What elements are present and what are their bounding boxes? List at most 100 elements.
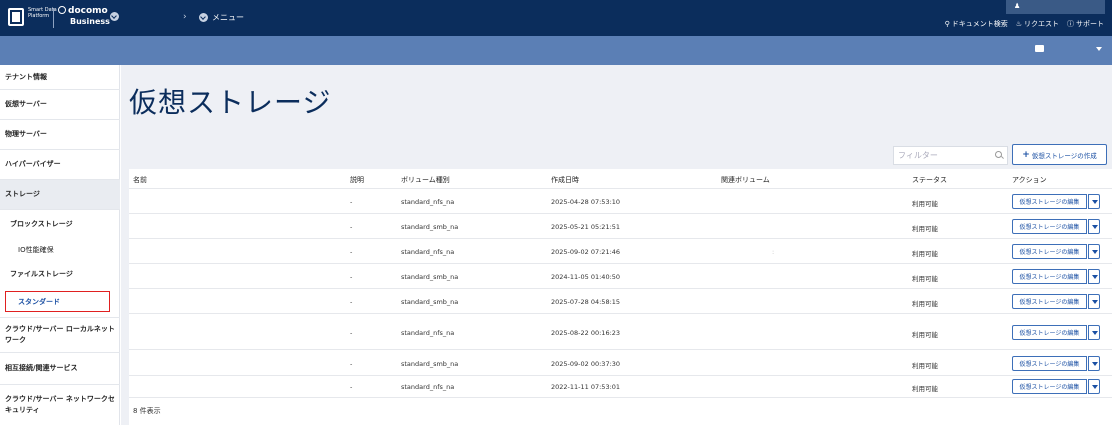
row-divider [129,263,1112,264]
sidebar-item-hypervisor[interactable]: ハイパーバイザー [0,150,120,180]
plus-icon: + [1022,149,1030,160]
cell-status: 利用可能 [912,331,938,339]
edit-storage-button[interactable]: 仮想ストレージの編集 [1012,294,1087,309]
cell-description: - [350,223,353,231]
sub-bar [0,36,1112,65]
cell-status: 利用可能 [912,225,938,233]
edit-storage-button[interactable]: 仮想ストレージの編集 [1012,244,1087,259]
column-header-action[interactable]: アクション [1012,175,1047,185]
search-icon: ⚲ [944,20,950,28]
business-text: Business [70,17,110,26]
column-header-status[interactable]: ステータス [912,175,947,185]
edit-storage-button[interactable]: 仮想ストレージの編集 [1012,194,1087,209]
row-divider [129,313,1112,314]
create-virtual-storage-button[interactable]: + 仮想ストレージの作成 [1012,144,1107,165]
sidebar: テナント情報 仮想サーバー 物理サーバー ハイパーバイザー ストレージ ブロック… [0,65,120,425]
cell-status: 利用可能 [912,275,938,283]
document-search-label: ドキュメント検索 [951,20,1008,28]
cell-status: 利用可能 [912,300,938,308]
sidebar-item-block-storage[interactable]: ブロックストレージ [0,213,120,235]
main-content: 仮想ストレージ フィルター + 仮想ストレージの作成 名前 説明 ボリューム種別… [121,65,1112,425]
cell-volume-type: standard_smb_na [401,223,459,231]
row-divider [129,238,1112,239]
action-caret-icon[interactable] [1088,244,1100,259]
docomo-mark-icon [58,6,66,14]
column-header-description[interactable]: 説明 [350,175,364,185]
document-search-link[interactable]: ⚲ ドキュメント検索 [945,19,1008,29]
cell-created: 2025-04-28 07:53:10 [551,198,621,206]
cell-description: - [350,383,353,391]
cell-created: 2025-09-02 07:21:46 [551,248,621,256]
cell-volume-type: standard_nfs_na [401,198,455,206]
sidebar-item-interconnect[interactable]: 相互接続/関連サービス [0,353,120,385]
action-caret-icon[interactable] [1088,219,1100,234]
support-label: サポート [1076,20,1104,28]
action-caret-icon[interactable] [1088,356,1100,371]
sidebar-item-local-network[interactable]: クラウド/サーバー ローカルネットワーク [0,317,120,353]
card-icon[interactable] [1035,45,1044,52]
row-count: 8 件表示 [133,407,161,415]
header-links: ⚲ ドキュメント検索 ♨ リクエスト ⓘ サポート [945,19,1104,29]
request-label: リクエスト [1024,20,1059,28]
cell-description: - [350,198,353,206]
cell-created: 2025-07-28 04:58:15 [551,298,621,306]
column-header-related-volume[interactable]: 関連ボリューム [721,175,770,185]
cell-volume-type: standard_nfs_na [401,383,455,391]
user-menu-button[interactable]: ♟ [1006,0,1105,14]
menu-chevron-icon [199,12,208,22]
caret-down-icon[interactable] [1096,47,1102,51]
cell-created: 2025-08-22 00:16:23 [551,329,621,337]
cell-description: - [350,298,353,306]
row-divider [129,397,1112,398]
edit-storage-button[interactable]: 仮想ストレージの編集 [1012,219,1087,234]
cell-volume-type: standard_nfs_na [401,329,455,337]
support-link[interactable]: ⓘ サポート [1067,19,1104,29]
help-icon: ⓘ [1067,20,1074,28]
column-header-created[interactable]: 作成日時 [551,175,579,185]
column-header-volume-type[interactable]: ボリューム種別 [401,175,450,185]
bell-icon: ♨ [1015,20,1022,28]
action-caret-icon[interactable] [1088,294,1100,309]
user-icon: ♟ [1014,2,1021,10]
edit-storage-button[interactable]: 仮想ストレージの編集 [1012,379,1087,394]
top-bar: Smart Data Platform docomo Business › メニ… [0,0,1112,36]
cell-description: - [350,248,353,256]
cell-created: 2024-11-05 01:40:50 [551,273,621,281]
edit-storage-button[interactable]: 仮想ストレージの編集 [1012,356,1087,371]
sidebar-item-standard[interactable]: スタンダード [5,291,110,312]
cell-volume-type: standard_nfs_na [401,248,455,256]
sidebar-item-file-storage[interactable]: ファイルストレージ [0,263,120,285]
cell-created: 2022-11-11 07:53:01 [551,383,621,391]
cell-description: - [350,329,353,337]
row-divider [129,375,1112,376]
cell-description: - [350,360,353,368]
sidebar-item-tenant[interactable]: テナント情報 [0,65,120,90]
row-divider [129,288,1112,289]
sidebar-item-storage[interactable]: ストレージ [0,180,120,210]
page-title: 仮想ストレージ [129,86,332,119]
edit-storage-button[interactable]: 仮想ストレージの編集 [1012,325,1087,340]
column-header-name[interactable]: 名前 [133,175,147,185]
chevron-down-icon[interactable] [110,12,119,21]
sidebar-item-io[interactable]: IO性能確保 [0,239,120,261]
sidebar-item-network-security[interactable]: クラウド/サーバー ネットワークセキュリティ [0,385,120,425]
sidebar-item-virtual-server[interactable]: 仮想サーバー [0,90,120,120]
docomo-logo[interactable]: docomo [58,6,108,16]
action-caret-icon[interactable] [1088,379,1100,394]
cell-created: 2025-09-02 00:37:30 [551,360,621,368]
edit-storage-button[interactable]: 仮想ストレージの編集 [1012,269,1087,284]
menu-button[interactable]: メニュー [199,11,244,23]
create-button-label: 仮想ストレージの作成 [1031,151,1097,160]
action-caret-icon[interactable] [1088,269,1100,284]
header-divider [129,188,1112,189]
sdp-logo-icon[interactable] [8,8,24,26]
filter-placeholder: フィルター [898,151,938,160]
filter-input[interactable]: フィルター [893,146,1008,165]
search-icon [995,151,1002,158]
action-caret-icon[interactable] [1088,325,1100,340]
action-caret-icon[interactable] [1088,194,1100,209]
cell-status: 利用可能 [912,362,938,370]
cell-volume-type: standard_smb_na [401,360,459,368]
request-link[interactable]: ♨ リクエスト [1016,19,1059,29]
sidebar-item-physical-server[interactable]: 物理サーバー [0,120,120,150]
